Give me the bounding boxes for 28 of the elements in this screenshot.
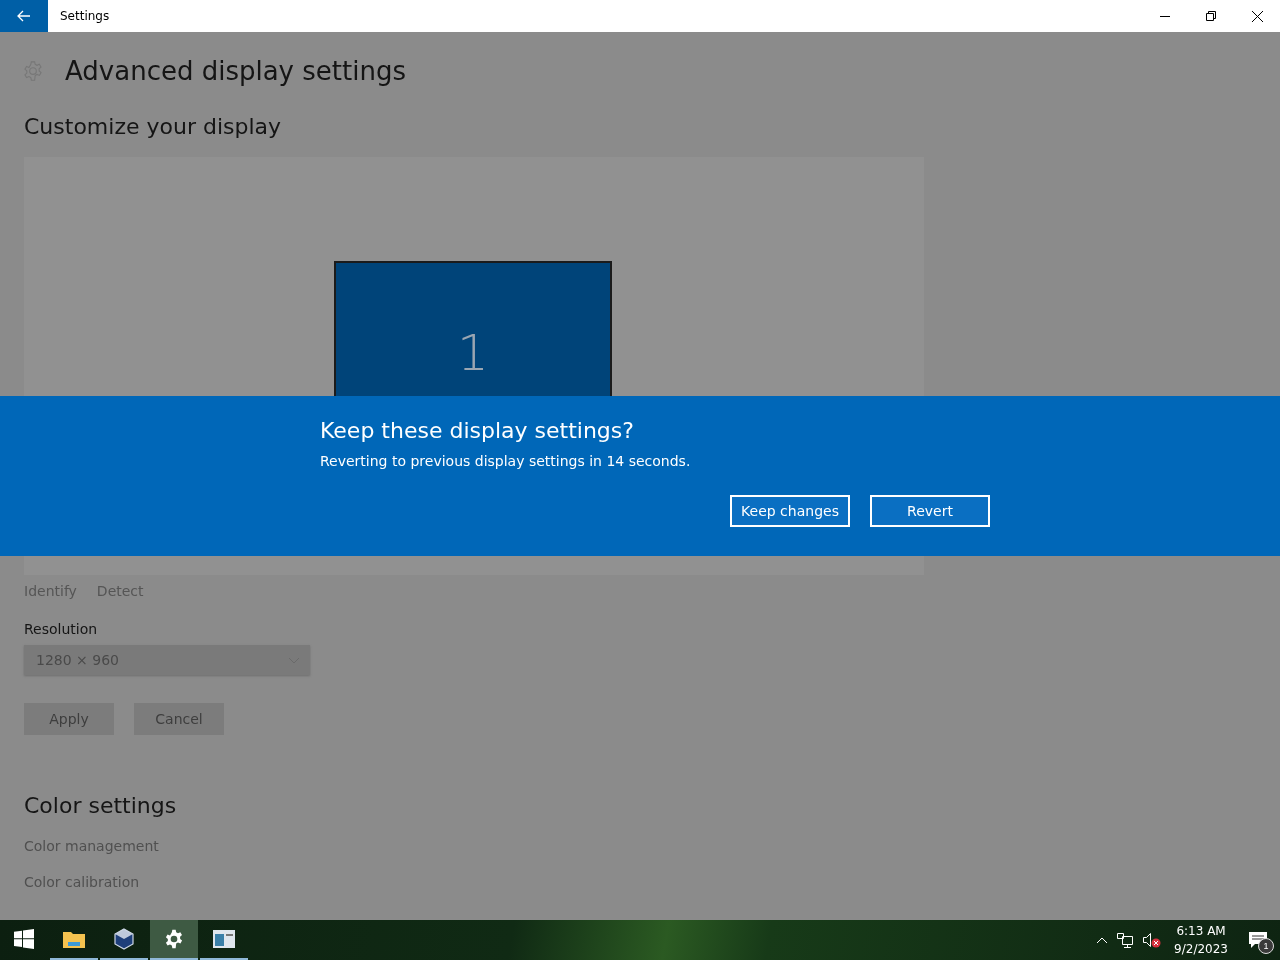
link[interactable]: Color calibration <box>24 874 1256 890</box>
monitor-number: 1 <box>457 323 489 383</box>
close-icon <box>1251 10 1263 22</box>
dialog-message: Reverting to previous display settings in 14 seconds. <box>320 453 692 469</box>
dialog-title: Keep these display settings? <box>320 418 635 443</box>
revert-button[interactable]: Revert <box>870 495 990 527</box>
page-title: Advanced display settings <box>65 56 406 86</box>
window-title: Settings <box>60 9 111 23</box>
link[interactable]: Color management <box>24 838 1256 854</box>
notifications-button[interactable]: 1 <box>1236 920 1280 960</box>
windows-logo-icon <box>14 929 34 949</box>
taskbar-app-button[interactable] <box>150 920 198 960</box>
chevron-up-icon <box>1096 936 1109 944</box>
back-arrow-icon <box>17 10 31 22</box>
gear-icon <box>164 929 184 949</box>
network-icon <box>1116 932 1135 948</box>
cube-icon <box>114 928 134 950</box>
restore-icon <box>1206 11 1216 21</box>
clock[interactable]: 6:13 AM 9/2/2023 <box>1166 920 1236 960</box>
section-heading: Color settings <box>24 793 178 818</box>
speaker-icon <box>1142 932 1163 948</box>
keep-changes-button[interactable]: Keep changes <box>730 495 850 527</box>
folder-icon <box>63 930 85 948</box>
field-label: Resolution <box>24 621 99 637</box>
app-window-icon <box>213 930 235 948</box>
back-button[interactable] <box>0 0 48 32</box>
notification-badge: 1 <box>1258 938 1274 954</box>
section-heading: Customize your display <box>24 114 283 139</box>
